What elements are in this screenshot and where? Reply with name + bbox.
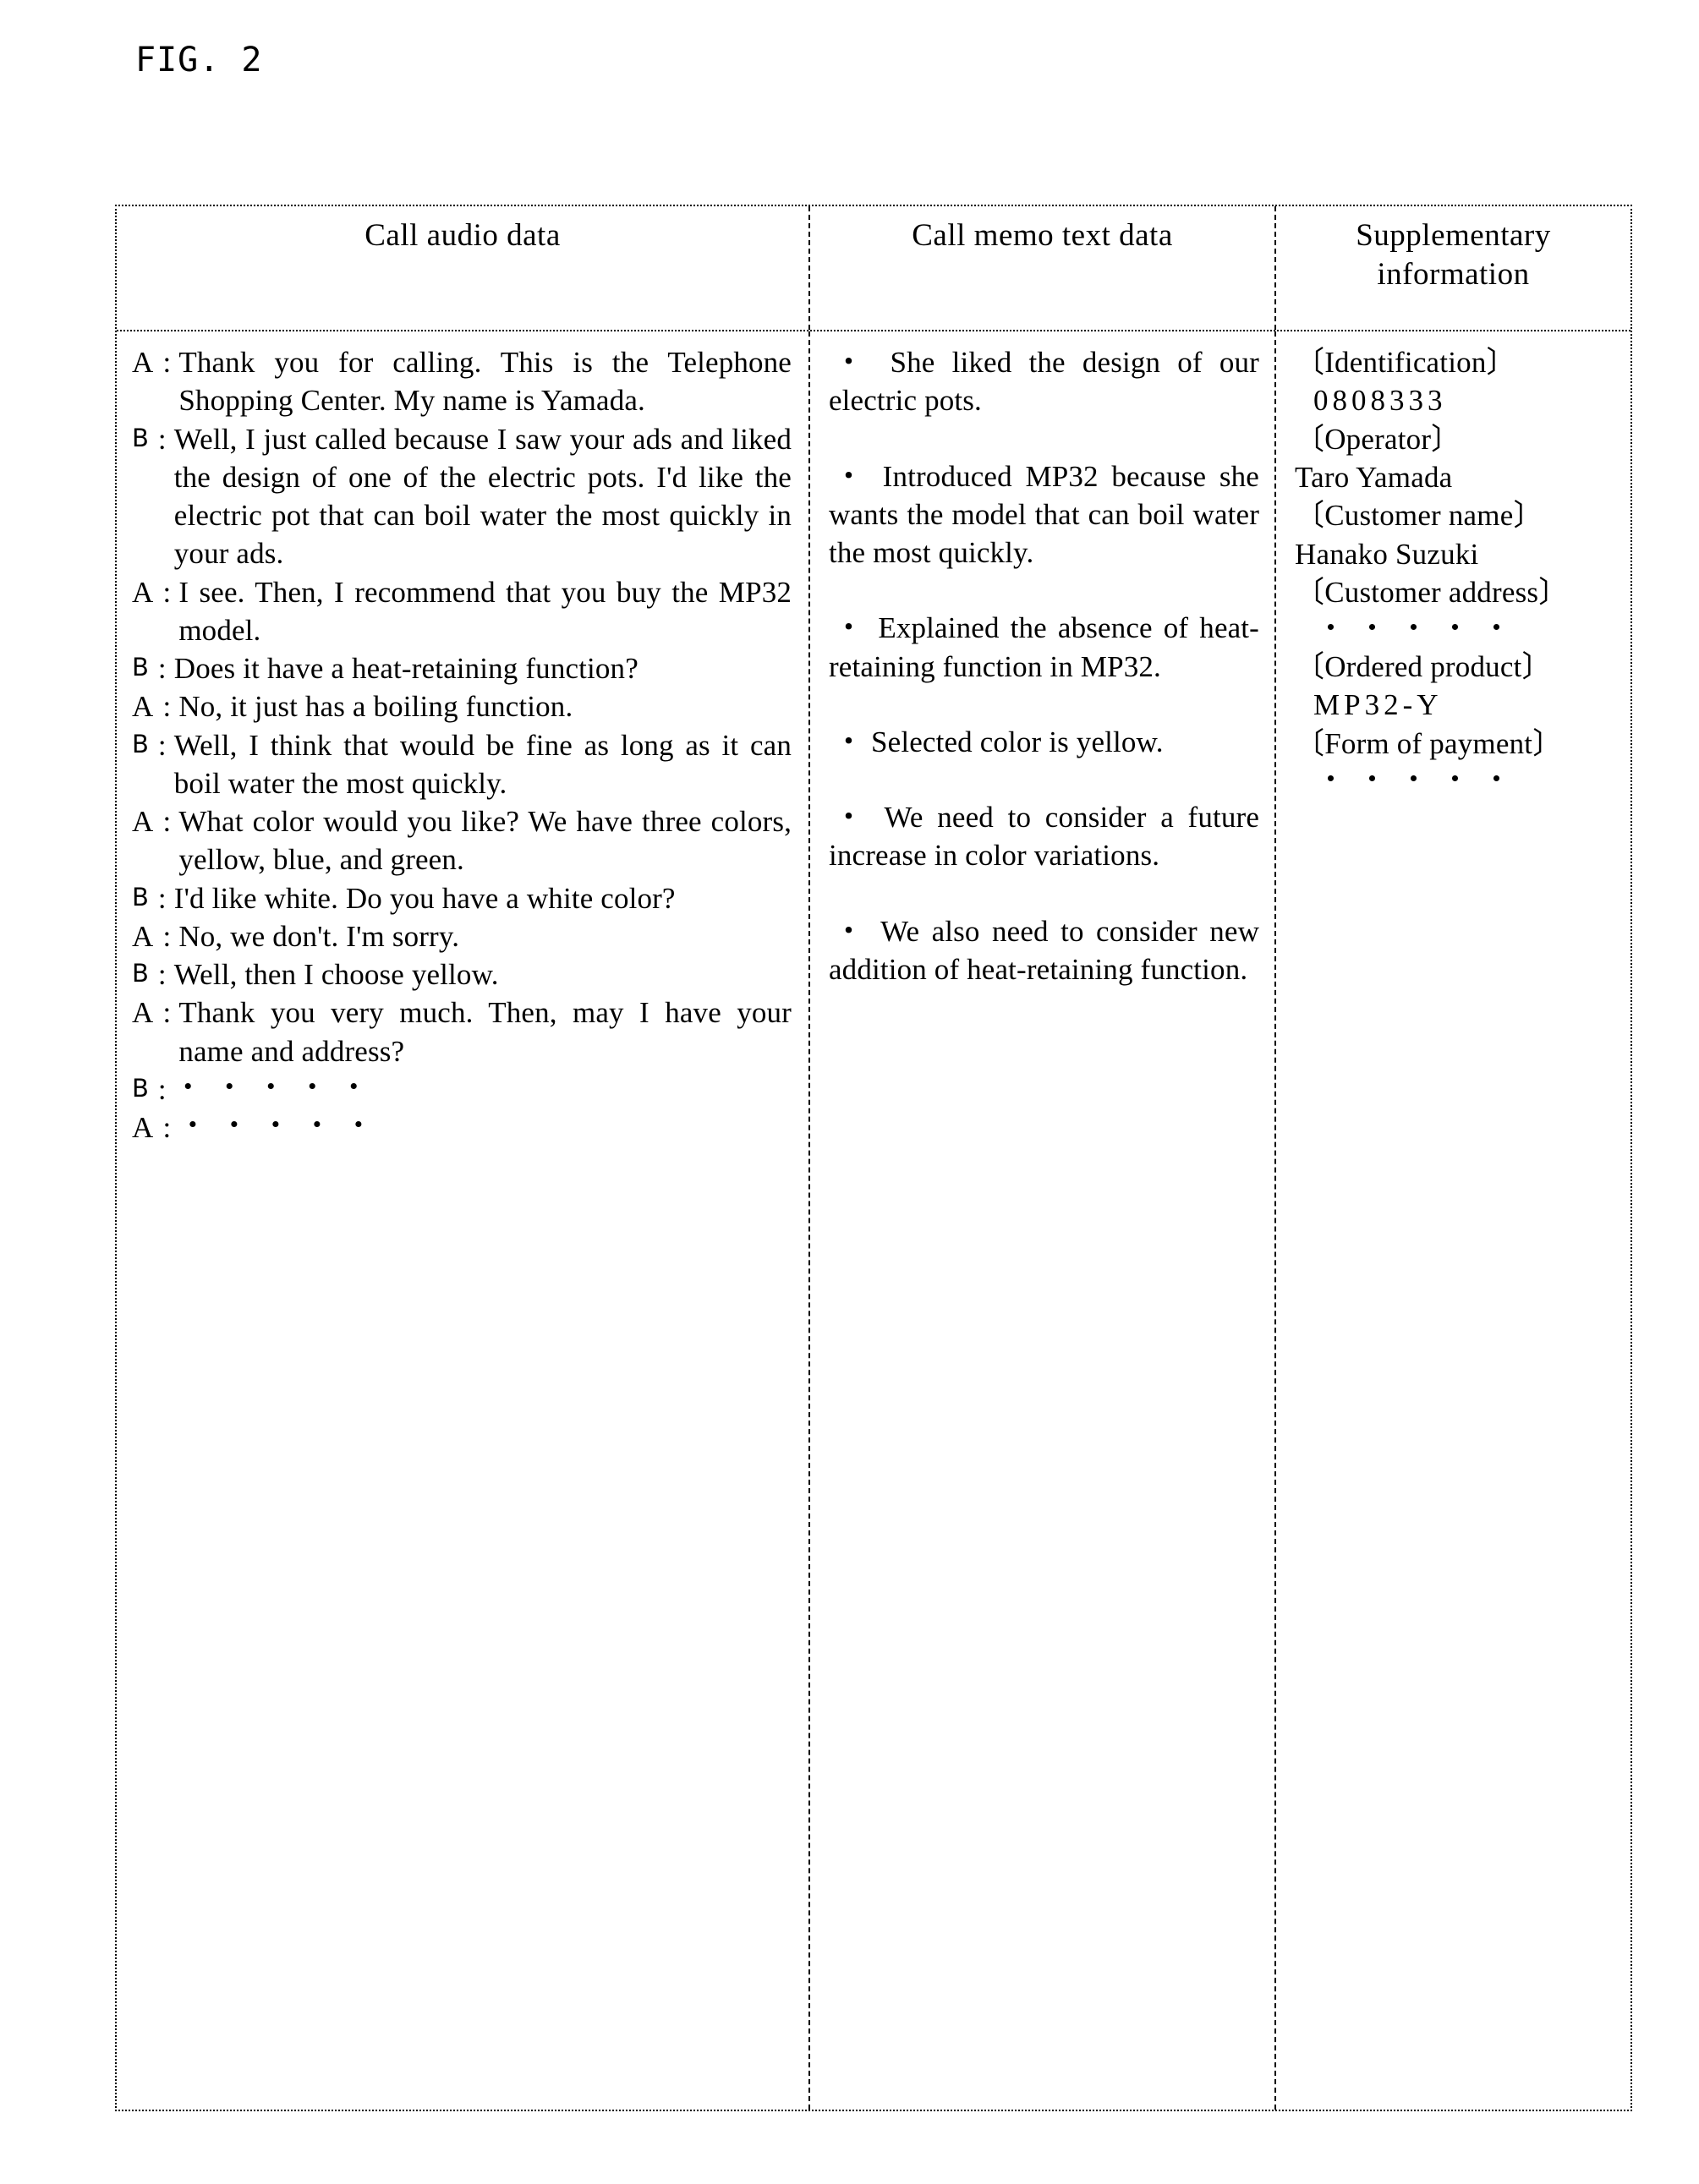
supplementary-field-value: ・・・・・ (1317, 614, 1524, 645)
memo-bullet-list: ・ She liked the design of our electric p… (829, 343, 1259, 988)
call-record-table: Call audio data Call memo text data Supp… (115, 205, 1632, 2111)
supplementary-field-value: Hanako Suzuki (1295, 537, 1479, 571)
dialogue-utterance: Thank you very much. Then, may I have yo… (178, 996, 792, 1068)
cell-call-audio-data: A: Thank you for calling. This is the Tel… (117, 331, 808, 2110)
column-header-supplementary-information-line2: information (1377, 256, 1530, 292)
dialogue-utterance: No, it just has a boiling function. (178, 690, 573, 724)
dialogue-speaker-separator: : (157, 728, 167, 762)
column-header-call-audio-data-label: Call audio data (364, 218, 561, 253)
column-header-supplementary-information: Supplementary information (1276, 206, 1630, 330)
dialogue-turn: B: Well, then I choose yellow. (132, 955, 792, 993)
dialogue-speaker-label: A (132, 919, 154, 953)
dialogue-speaker-separator: : (157, 881, 167, 915)
column-header-call-audio-data: Call audio data (117, 206, 808, 330)
dialogue-speaker-label: A (132, 996, 154, 1030)
dialogue-utterance: Well, I just called because I saw your a… (173, 422, 792, 571)
table-body-row: A: Thank you for calling. This is the Tel… (117, 331, 1630, 2110)
dialogue-speaker-separator: : (162, 996, 172, 1030)
dialogue-utterance: ・・・・・ (178, 1111, 386, 1141)
dialogue-speaker-label: A (132, 805, 154, 838)
dialogue-speaker-label: A (132, 1111, 154, 1144)
memo-bullet-item: ・ Explained the absence of heat-retainin… (829, 611, 1259, 683)
supplementary-field-value: Taro Yamada (1295, 460, 1453, 494)
dialogue-speaker-separator: : (157, 1072, 167, 1106)
dialogue-speaker-label: A (132, 575, 154, 609)
supplementary-field-list: 〔Identification〕 0808333 〔Operator〕 Taro Ya… (1295, 343, 1622, 799)
dialogue-turn: B: Well, I think that would be fine as lo… (132, 726, 792, 803)
supplementary-field-value: MP32-Y (1313, 688, 1443, 722)
dialogue-utterance: Does it have a heat-retaining function? (173, 652, 638, 685)
dialogue-speaker-separator: : (157, 652, 167, 685)
dialogue-utterance: ・・・・・ (173, 1072, 381, 1103)
figure-label: FIG. 2 (135, 41, 263, 79)
dialogue-turn: A: What color would you like? We have thr… (132, 802, 792, 879)
dialogue-turn: A: No, it just has a boiling function. (132, 687, 792, 725)
dialogue-speaker-label: B (132, 959, 149, 988)
memo-bullet-item: ・ We also need to consider new addition … (829, 914, 1259, 986)
memo-bullet-item: ・ We need to consider a future increase … (829, 801, 1259, 873)
dialogue-utterance: I'd like white. Do you have a white colo… (173, 881, 676, 915)
dialogue-utterance: Well, then I choose yellow. (173, 958, 499, 991)
cell-call-memo-text-data: ・ She liked the design of our electric p… (808, 331, 1276, 2110)
dialogue-speaker-separator: : (162, 346, 172, 379)
dialogue-speaker-label: A (132, 690, 154, 724)
dialogue-speaker-label: B (132, 729, 149, 758)
supplementary-field-key: 〔Ordered product〕 (1295, 649, 1552, 683)
dialogue-utterance: Thank you for calling. This is the Telep… (178, 346, 792, 418)
dialogue-speaker-label: B (132, 882, 149, 911)
supplementary-field-key: 〔Customer name〕 (1295, 499, 1543, 533)
column-header-supplementary-information-line1: Supplementary (1356, 218, 1551, 253)
supplementary-field-key: 〔Operator〕 (1295, 422, 1461, 456)
dialogue-speaker-label: B (132, 423, 149, 452)
dialogue-turn: A: ・・・・・ (132, 1108, 792, 1147)
dialogue-turn: B: I'd like white. Do you have a white co… (132, 879, 792, 917)
supplementary-field-key: 〔Identification〕 (1295, 346, 1516, 379)
dialogue-speaker-separator: : (162, 1111, 172, 1144)
dialogue-transcript: A: Thank you for calling. This is the Tel… (132, 343, 792, 1147)
dialogue-turn: A: Thank you very much. Then, may I have … (132, 993, 792, 1070)
table-header-row: Call audio data Call memo text data Supp… (117, 206, 1630, 331)
dialogue-speaker-separator: : (157, 422, 167, 456)
supplementary-field-key: 〔Form of payment〕 (1295, 726, 1563, 760)
dialogue-turn: A: Thank you for calling. This is the Tel… (132, 343, 792, 420)
dialogue-turn: B: ・・・・・ (132, 1070, 792, 1108)
memo-bullet-item: ・ She liked the design of our electric p… (829, 346, 1259, 418)
dialogue-utterance: I see. Then, I recommend that you buy th… (178, 575, 792, 647)
column-header-call-memo-text-data: Call memo text data (808, 206, 1276, 330)
dialogue-turn: A: No, we don't. I'm sorry. (132, 917, 792, 955)
dialogue-speaker-separator: : (162, 919, 172, 953)
dialogue-turn: A:I see. Then, I recommend that you buy … (132, 573, 792, 650)
dialogue-turn: B: Does it have a heat-retaining function… (132, 649, 792, 687)
dialogue-speaker-label: B (132, 1073, 149, 1103)
dialogue-speaker-label: A (132, 346, 154, 379)
memo-bullet-item: ・ Introduced MP32 because she wants the … (829, 459, 1259, 570)
dialogue-speaker-separator: : (162, 575, 172, 609)
dialogue-utterance: No, we don't. I'm sorry. (178, 919, 460, 953)
cell-supplementary-information: 〔Identification〕 0808333 〔Operator〕 Taro Ya… (1276, 331, 1630, 2110)
column-header-call-memo-text-data-label: Call memo text data (912, 218, 1173, 253)
dialogue-utterance: What color would you like? We have three… (178, 805, 792, 877)
dialogue-utterance: Well, I think that would be fine as long… (173, 728, 792, 800)
dialogue-speaker-separator: : (162, 805, 172, 838)
dialogue-turn: B: Well, I just called because I saw your… (132, 420, 792, 573)
dialogue-speaker-label: B (132, 653, 149, 681)
memo-bullet-item: ・ Selected color is yellow. (834, 725, 1164, 758)
dialogue-speaker-separator: : (157, 958, 167, 991)
supplementary-field-value: 0808333 (1313, 384, 1447, 418)
supplementary-field-key: 〔Customer address〕 (1295, 575, 1569, 609)
dialogue-speaker-separator: : (162, 690, 172, 724)
supplementary-field-value: ・・・・・ (1317, 764, 1524, 796)
